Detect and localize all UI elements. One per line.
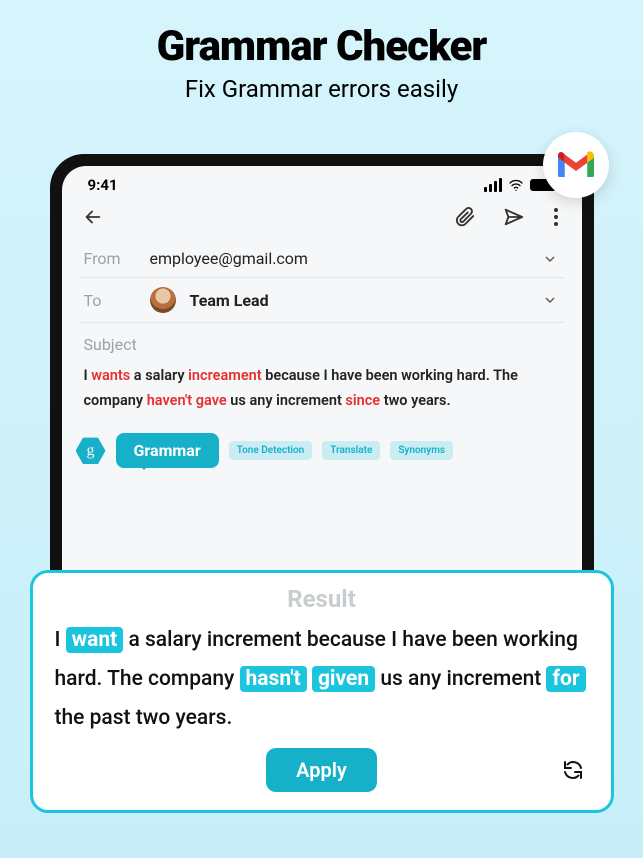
from-field[interactable]: From employee@gmail.com [62, 240, 582, 277]
correction-word: hasn't [240, 666, 307, 692]
signal-icon [484, 178, 502, 192]
avatar [150, 287, 176, 313]
result-title: Result [55, 585, 589, 613]
status-bar: 9:41 [62, 166, 582, 198]
status-time: 9:41 [88, 176, 118, 194]
result-text: I want a salary increment because I have… [55, 621, 589, 738]
chevron-down-icon[interactable] [542, 251, 558, 267]
chip-tone[interactable]: Tone Detection [229, 441, 313, 460]
from-label: From [84, 249, 136, 268]
error-word: haven't gave [147, 392, 227, 409]
refresh-icon[interactable] [561, 758, 585, 782]
wifi-icon [508, 177, 524, 193]
attachment-icon[interactable] [454, 206, 476, 228]
chip-grammar[interactable]: Grammar [116, 433, 219, 468]
back-icon[interactable] [82, 206, 104, 228]
error-word: wants [91, 367, 130, 384]
to-field[interactable]: To Team Lead [62, 278, 582, 322]
correction-word: given [312, 666, 375, 692]
compose-toolbar [62, 198, 582, 240]
gmail-badge [543, 132, 609, 198]
gmail-icon [556, 150, 596, 180]
to-value: Team Lead [190, 291, 269, 310]
from-value: employee@gmail.com [150, 249, 308, 268]
apply-button[interactable]: Apply [266, 748, 377, 792]
compose-body[interactable]: I wants a salary increament because I ha… [62, 356, 582, 427]
error-word: since [345, 392, 380, 409]
to-label: To [84, 291, 136, 310]
subject-label[interactable]: Subject [62, 323, 582, 356]
correction-word: for [546, 666, 585, 692]
hero-subtitle: Fix Grammar errors easily [0, 75, 643, 103]
send-icon[interactable] [502, 206, 524, 228]
hero-title: Grammar Checker [0, 22, 643, 71]
app-logo-icon[interactable]: g [76, 436, 106, 466]
chevron-down-icon[interactable] [542, 292, 558, 308]
error-word: increament [188, 367, 261, 384]
correction-word: want [66, 627, 124, 653]
result-card: Result I want a salary increment because… [30, 570, 614, 813]
chip-synonyms[interactable]: Synonyms [390, 441, 453, 460]
suggestion-chips: g Grammar Tone Detection Translate Synon… [62, 427, 582, 474]
more-icon[interactable] [550, 208, 562, 226]
chip-translate[interactable]: Translate [322, 441, 380, 460]
